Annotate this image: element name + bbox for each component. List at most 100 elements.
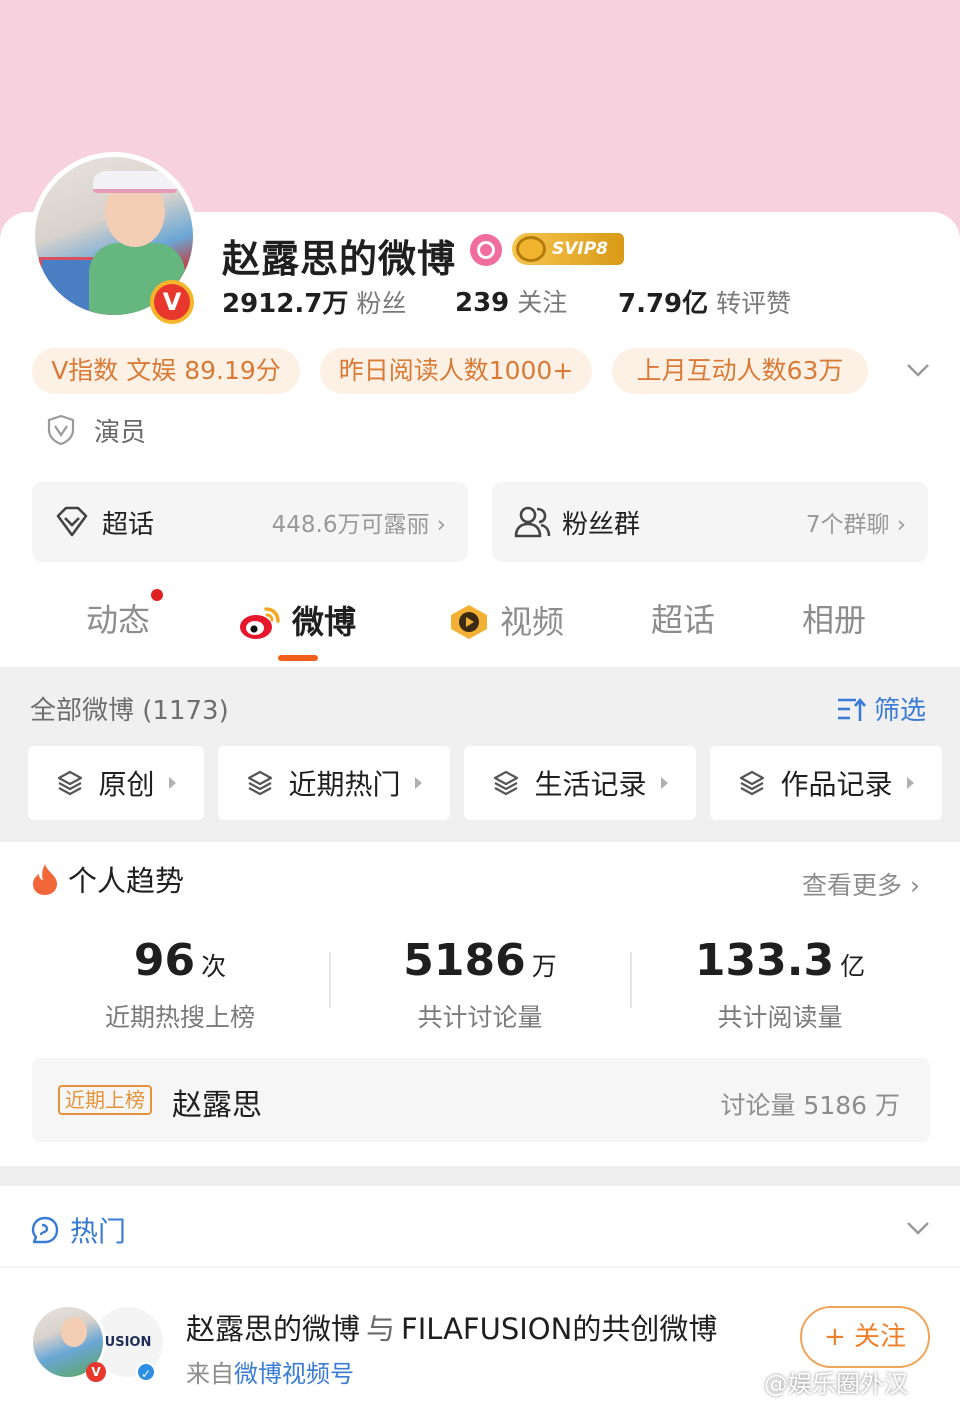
- trend-title-text: 个人趋势: [68, 864, 185, 898]
- verified-badge: V: [150, 280, 194, 324]
- post-partner: FILAFUSION: [401, 1312, 573, 1346]
- flame-icon: [33, 864, 57, 895]
- interactions-stat[interactable]: 7.79亿 转评赞: [618, 283, 791, 320]
- fans-label: 粉丝: [356, 289, 407, 318]
- avatar-visor: [93, 171, 177, 193]
- post-author: 赵露思的微博: [186, 1312, 361, 1346]
- hot-topic-icon: [31, 1216, 59, 1244]
- hot-section-title: 热门: [70, 1215, 127, 1248]
- recent-on-list-badge: 近期上榜: [58, 1085, 152, 1115]
- category-life-record[interactable]: 生活记录: [464, 746, 696, 820]
- layers-icon: [58, 770, 83, 796]
- role-row: 演员: [46, 412, 146, 448]
- fans-count: 2912.7万: [222, 289, 349, 319]
- filter-icon: [838, 697, 866, 721]
- interactions-count: 7.79亿: [618, 289, 709, 319]
- metric-unit: 亿: [840, 952, 866, 981]
- chevron-down-icon[interactable]: [904, 356, 932, 384]
- tab-video[interactable]: 视频: [448, 592, 564, 652]
- verified-badge-small: V: [86, 1362, 106, 1382]
- yesterday-readers-chip[interactable]: 昨日阅读人数1000+: [320, 348, 592, 394]
- following-stat[interactable]: 239 关注: [455, 283, 567, 319]
- source-link[interactable]: 微博视频号: [234, 1360, 354, 1388]
- metric-value: 96: [133, 935, 196, 986]
- fan-group-entry[interactable]: 粉丝群 7个群聊 ›: [492, 482, 928, 562]
- tab-album[interactable]: 相册: [802, 592, 866, 652]
- fan-group-detail: 7个群聊 ›: [805, 512, 906, 538]
- chevron-down-icon[interactable]: [904, 1214, 932, 1242]
- monthly-interactions-chip[interactable]: 上月互动人数63万: [612, 348, 868, 394]
- metric-unit: 万: [531, 952, 557, 981]
- post-joiner: 与: [366, 1312, 396, 1346]
- hot-search-discussion: 讨论量 5186 万: [720, 1091, 900, 1120]
- category-recent-hot[interactable]: 近期热门: [218, 746, 450, 820]
- metric-label: 共计讨论量: [417, 1003, 543, 1032]
- category-label: 作品记录: [780, 768, 893, 801]
- fans-stat[interactable]: 2912.7万 粉丝: [222, 283, 406, 320]
- category-label: 近期热门: [288, 768, 401, 801]
- metric-hot-search: 96 次 近期热搜上榜: [30, 935, 330, 1034]
- supertopic-entry[interactable]: 超话 448.6万可露丽 ›: [32, 482, 468, 562]
- profile-tabs: 动态 微博 视频 超话 相册: [0, 592, 960, 662]
- metric-value: 133.3: [694, 935, 835, 986]
- all-weibo-count: 全部微博 (1173): [30, 696, 229, 726]
- hot-search-name: 赵露思: [172, 1088, 262, 1123]
- tab-video-label: 视频: [500, 603, 565, 641]
- fan-group-label: 粉丝群: [562, 509, 641, 540]
- role-text: 演员: [94, 417, 147, 448]
- category-original[interactable]: 原创: [28, 746, 204, 820]
- category-works-record[interactable]: 作品记录: [710, 746, 942, 820]
- category-label: 原创: [98, 768, 155, 801]
- notification-dot: [151, 589, 163, 601]
- metric-value: 5186: [403, 935, 526, 986]
- supertopic-label: 超话: [102, 509, 155, 540]
- hot-section-header[interactable]: 热门: [30, 1210, 126, 1250]
- diamond-icon: [56, 506, 88, 537]
- recent-hot-search-row[interactable]: 近期上榜 赵露思 讨论量 5186 万: [32, 1058, 930, 1142]
- active-tab-indicator: [278, 655, 318, 661]
- filter-label: 筛选: [874, 696, 927, 726]
- following-label: 关注: [517, 288, 568, 317]
- tab-dynamics[interactable]: 动态: [86, 592, 150, 652]
- post-suffix: 的共创微博: [572, 1312, 718, 1346]
- divider: [0, 1266, 960, 1268]
- metric-reads: 133.3 亿 共计阅读量: [630, 935, 930, 1034]
- metric-label: 近期热搜上榜: [104, 1003, 255, 1032]
- tab-weibo[interactable]: 微博: [238, 592, 356, 652]
- users-icon: [514, 506, 551, 538]
- post-title[interactable]: 赵露思的微博与 FILAFUSION的共创微博: [186, 1306, 717, 1348]
- supertopic-detail: 448.6万可露丽 ›: [271, 512, 446, 538]
- following-count: 239: [455, 288, 510, 318]
- video-icon: [451, 605, 487, 639]
- caret-right-icon: [660, 777, 668, 789]
- svip-label: SVIP8: [552, 239, 609, 259]
- shield-icon: [47, 414, 75, 446]
- v-index-chip[interactable]: V指数 文娱 89.19分: [32, 348, 300, 394]
- profile-name: 赵露思的微博: [222, 237, 457, 281]
- crown-icon: [516, 236, 546, 262]
- watermark: @娱乐圈外汉: [764, 1370, 908, 1398]
- metric-label: 共计阅读量: [717, 1003, 843, 1032]
- svip-badge[interactable]: SVIP8: [512, 233, 624, 265]
- see-more-link[interactable]: 查看更多 ›: [802, 866, 920, 902]
- tab-supertopic[interactable]: 超话: [651, 592, 715, 652]
- author-avatar-face: [61, 1317, 87, 1347]
- category-label: 生活记录: [534, 768, 647, 801]
- caret-right-icon: [168, 777, 176, 789]
- caret-right-icon: [414, 777, 422, 789]
- layers-icon: [248, 770, 273, 796]
- tab-weibo-label: 微博: [292, 603, 357, 641]
- interactions-label: 转评赞: [716, 289, 792, 318]
- blue-verified-icon: ✓: [136, 1362, 156, 1382]
- layers-icon: [494, 770, 519, 796]
- fan-badge-icon[interactable]: [470, 234, 502, 266]
- section-divider: [0, 1166, 960, 1186]
- metric-unit: 次: [201, 952, 227, 981]
- personal-trend-title: 个人趋势: [30, 858, 184, 900]
- caret-right-icon: [906, 777, 914, 789]
- weibo-logo-icon: [240, 607, 280, 639]
- metric-discussion: 5186 万 共计讨论量: [330, 935, 630, 1034]
- follow-button[interactable]: + 关注: [800, 1306, 930, 1368]
- post-source: 来自微博视频号: [186, 1354, 354, 1389]
- filter-button[interactable]: 筛选: [836, 690, 926, 727]
